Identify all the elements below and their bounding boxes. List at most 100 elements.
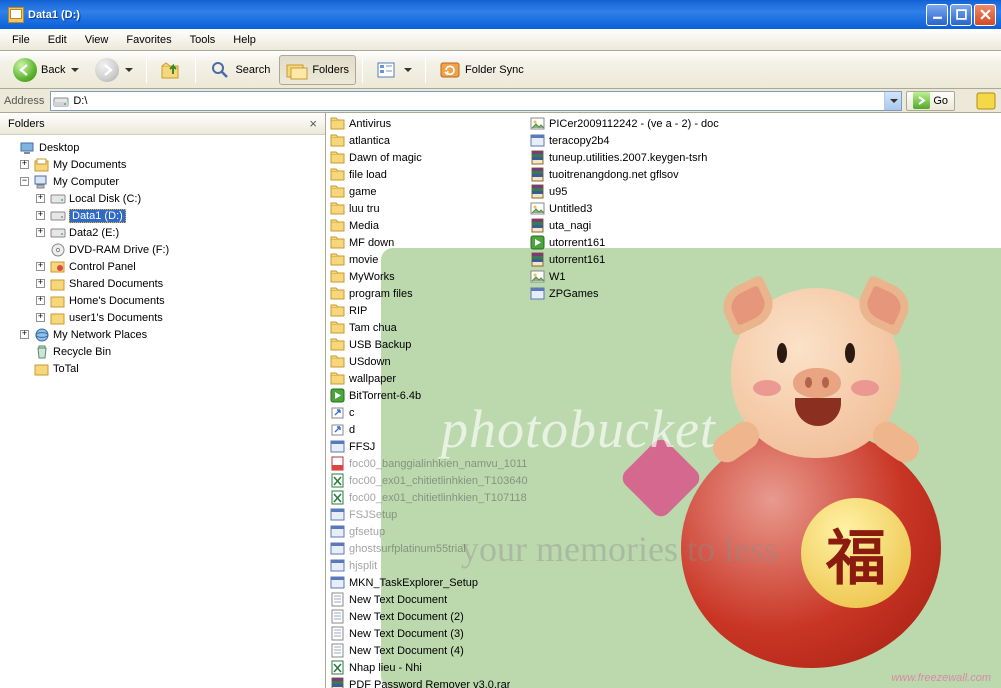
drive-icon: [50, 191, 66, 207]
file-name: W1: [549, 271, 566, 283]
file-item[interactable]: foc00_ex01_chitietlinhkien_T103640: [330, 472, 530, 489]
file-item[interactable]: New Text Document (4): [330, 642, 530, 659]
menu-tools[interactable]: Tools: [182, 32, 224, 48]
expand-toggle[interactable]: +: [20, 160, 29, 169]
file-item[interactable]: teracopy2b4: [530, 132, 730, 149]
search-button[interactable]: Search: [202, 55, 277, 85]
file-item[interactable]: Antivirus: [330, 115, 530, 132]
file-name: PDF Password Remover v3.0.rar: [349, 679, 510, 688]
expand-toggle[interactable]: +: [36, 262, 45, 271]
tree-desktop[interactable]: Desktop: [39, 142, 79, 154]
foldersync-button[interactable]: Folder Sync: [432, 55, 531, 85]
tree-shared[interactable]: Shared Documents: [69, 278, 163, 290]
expand-toggle[interactable]: +: [20, 330, 29, 339]
folder-tree[interactable]: Desktop + My Documents − My Computer + Loca…: [0, 135, 325, 688]
folders-panel-close[interactable]: ×: [309, 116, 317, 131]
norton-icon[interactable]: [975, 90, 997, 112]
expand-toggle[interactable]: +: [36, 296, 45, 305]
menu-favorites[interactable]: Favorites: [118, 32, 179, 48]
file-item[interactable]: Nhap lieu - Nhi: [330, 659, 530, 676]
up-button[interactable]: [153, 55, 189, 85]
tree-mycomputer[interactable]: My Computer: [53, 176, 119, 188]
expand-toggle[interactable]: +: [36, 279, 45, 288]
file-item[interactable]: utorrent161: [530, 234, 730, 251]
file-item[interactable]: tuneup.utilities.2007.keygen-tsrh: [530, 149, 730, 166]
file-item[interactable]: RIP: [330, 302, 530, 319]
file-name: hjsplit: [349, 560, 377, 572]
file-item[interactable]: New Text Document: [330, 591, 530, 608]
address-input[interactable]: D:\: [50, 91, 902, 111]
go-button[interactable]: Go: [906, 91, 955, 111]
file-item[interactable]: luu tru: [330, 200, 530, 217]
file-item[interactable]: USdown: [330, 353, 530, 370]
folder-icon: [50, 293, 66, 309]
file-item[interactable]: USB Backup: [330, 336, 530, 353]
tree-netplaces[interactable]: My Network Places: [53, 329, 147, 341]
file-item[interactable]: d: [330, 421, 530, 438]
file-list-pane[interactable]: 福 photobucket your memories to less www.…: [326, 113, 1001, 688]
file-item[interactable]: foc00_ex01_chitietlinhkien_T107118: [330, 489, 530, 506]
tree-user1[interactable]: user1's Documents: [69, 312, 163, 324]
close-button[interactable]: [974, 4, 996, 26]
file-item[interactable]: ghostsurfplatinum55trial: [330, 540, 530, 557]
tree-cpanel[interactable]: Control Panel: [69, 261, 136, 273]
file-item[interactable]: u95: [530, 183, 730, 200]
file-item[interactable]: Tam chua: [330, 319, 530, 336]
file-item[interactable]: foc00_banggialinhkien_namvu_1011: [330, 455, 530, 472]
expand-toggle[interactable]: +: [36, 211, 45, 220]
file-item[interactable]: gfsetup: [330, 523, 530, 540]
forward-button[interactable]: [88, 55, 140, 85]
tree-recycle[interactable]: Recycle Bin: [53, 346, 111, 358]
file-item[interactable]: Dawn of magic: [330, 149, 530, 166]
file-item[interactable]: hjsplit: [330, 557, 530, 574]
file-item[interactable]: movie: [330, 251, 530, 268]
menu-edit[interactable]: Edit: [40, 32, 75, 48]
file-item[interactable]: uta_nagi: [530, 217, 730, 234]
chevron-down-icon: [890, 99, 898, 103]
file-item[interactable]: file load: [330, 166, 530, 183]
file-item[interactable]: New Text Document (2): [330, 608, 530, 625]
tree-mydocs[interactable]: My Documents: [53, 159, 126, 171]
file-item[interactable]: W1: [530, 268, 730, 285]
folders-button[interactable]: Folders: [279, 55, 356, 85]
tree-data2[interactable]: Data2 (E:): [69, 227, 119, 239]
expand-toggle[interactable]: −: [20, 177, 29, 186]
file-item[interactable]: tuoitrenangdong.net gflsov: [530, 166, 730, 183]
expand-toggle[interactable]: +: [36, 313, 45, 322]
toolbar: Back Search Folders Folder Sync: [0, 51, 1001, 89]
file-item[interactable]: PICer2009112242 - (ve a - 2) - doc: [530, 115, 730, 132]
file-item[interactable]: FFSJ: [330, 438, 530, 455]
file-item[interactable]: wallpaper: [330, 370, 530, 387]
menu-view[interactable]: View: [77, 32, 117, 48]
file-item[interactable]: FSJSetup: [330, 506, 530, 523]
file-item[interactable]: program files: [330, 285, 530, 302]
views-button[interactable]: [369, 55, 419, 85]
back-button[interactable]: Back: [6, 55, 86, 85]
file-item[interactable]: game: [330, 183, 530, 200]
tree-total[interactable]: ToTal: [53, 363, 79, 375]
file-item[interactable]: Untitled3: [530, 200, 730, 217]
maximize-button[interactable]: [950, 4, 972, 26]
file-item[interactable]: BitTorrent-6.4b: [330, 387, 530, 404]
expand-toggle[interactable]: +: [36, 228, 45, 237]
address-dropdown-button[interactable]: [884, 92, 901, 110]
file-item[interactable]: atlantica: [330, 132, 530, 149]
minimize-button[interactable]: [926, 4, 948, 26]
tree-data1[interactable]: Data1 (D:): [69, 209, 126, 223]
file-item[interactable]: utorrent161: [530, 251, 730, 268]
tree-localc[interactable]: Local Disk (C:): [69, 193, 141, 205]
menu-file[interactable]: File: [4, 32, 38, 48]
file-name: PICer2009112242 - (ve a - 2) - doc: [549, 118, 719, 130]
file-item[interactable]: c: [330, 404, 530, 421]
file-item[interactable]: MKN_TaskExplorer_Setup: [330, 574, 530, 591]
file-item[interactable]: MF down: [330, 234, 530, 251]
file-item[interactable]: Media: [330, 217, 530, 234]
file-item[interactable]: MyWorks: [330, 268, 530, 285]
menu-help[interactable]: Help: [225, 32, 264, 48]
expand-toggle[interactable]: +: [36, 194, 45, 203]
file-item[interactable]: ZPGames: [530, 285, 730, 302]
tree-homes[interactable]: Home's Documents: [69, 295, 165, 307]
file-item[interactable]: New Text Document (3): [330, 625, 530, 642]
file-item[interactable]: PDF Password Remover v3.0.rar: [330, 676, 530, 688]
tree-dvd[interactable]: DVD-RAM Drive (F:): [69, 244, 169, 256]
